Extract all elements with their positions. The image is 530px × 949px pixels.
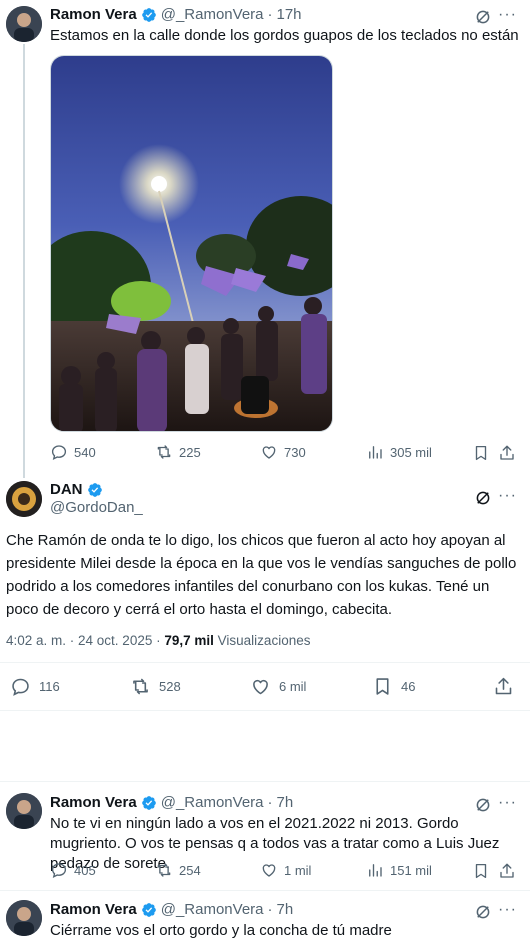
tweet-text: Che Ramón de onda te lo digo, los chicos… [6, 532, 517, 618]
tweet-time[interactable]: 7h [277, 794, 294, 811]
thread-line [23, 44, 25, 478]
avatar[interactable] [6, 900, 42, 936]
author-handle[interactable]: @_RamonVera [161, 794, 264, 811]
retweet-count: 528 [159, 679, 181, 694]
bookmark-icon [376, 678, 389, 695]
bookmark-button[interactable] [472, 444, 490, 467]
tweet-text: Estamos en la calle donde los gordos gua… [50, 27, 519, 44]
retweet-button[interactable]: 528 [130, 676, 181, 697]
author-handle[interactable]: @GordoDan_ [50, 499, 143, 516]
retweet-icon [157, 863, 171, 877]
view-count: 305 mil [390, 444, 432, 460]
divider [0, 662, 530, 663]
retweet-button[interactable]: 225 [155, 443, 201, 461]
views-button[interactable]: 305 mil [366, 443, 432, 461]
divider [0, 890, 530, 891]
reply-count: 116 [39, 679, 60, 694]
retweet-icon [157, 445, 171, 459]
avatar[interactable] [6, 481, 42, 517]
like-count: 1 mil [284, 862, 312, 878]
reply-count: 540 [74, 444, 96, 460]
tweet-time[interactable]: 7h [277, 901, 294, 918]
views-count: 79,7 mil [164, 633, 214, 648]
reply-icon [51, 445, 67, 460]
retweet-count: 254 [179, 862, 201, 878]
reply-count: 405 [74, 862, 96, 878]
share-button[interactable] [498, 862, 516, 885]
analytics-icon [369, 446, 382, 459]
author-name[interactable]: Ramon Vera [50, 901, 137, 918]
tweet-text: Ciérrame vos el orto gordo y la concha d… [50, 922, 392, 939]
divider [0, 710, 530, 711]
author-name[interactable]: DAN [50, 481, 83, 498]
reply-button[interactable]: 116 [10, 676, 60, 697]
bookmark-button[interactable] [472, 862, 490, 885]
retweet-button[interactable]: 254 [155, 861, 201, 879]
verified-badge-icon [141, 795, 157, 811]
more-options-icon[interactable]: ··· [498, 487, 517, 505]
more-options-icon[interactable]: ··· [498, 6, 517, 24]
share-button[interactable] [493, 676, 514, 702]
tweet-time[interactable]: 17h [277, 6, 302, 23]
author-name[interactable]: Ramon Vera [50, 6, 137, 23]
retweet-icon [133, 678, 148, 695]
tweet-header: Ramon Vera @_RamonVera · 7h [50, 794, 294, 811]
tweet-timestamp[interactable]: 4:02 a. m. · 24 oct. 2025 · [6, 633, 161, 648]
share-icon [500, 863, 514, 878]
verified-badge-icon [87, 482, 103, 498]
heart-icon [262, 864, 276, 877]
verified-badge-icon [141, 902, 157, 918]
view-count: 151 mil [390, 862, 432, 878]
author-handle[interactable]: @_RamonVera [161, 901, 264, 918]
like-button[interactable]: 1 mil [260, 861, 311, 879]
bookmark-icon [475, 863, 487, 879]
like-count: 6 mil [279, 679, 307, 694]
bookmark-button[interactable]: 46 [372, 676, 415, 697]
share-icon [500, 445, 514, 460]
bookmark-count: 46 [401, 679, 416, 694]
avatar[interactable] [6, 793, 42, 829]
avatar[interactable] [6, 6, 42, 42]
share-button[interactable] [498, 444, 516, 467]
bookmark-icon [475, 445, 487, 461]
reply-button[interactable]: 405 [50, 861, 96, 879]
reply-icon [51, 863, 67, 878]
divider [0, 781, 530, 782]
reply-button[interactable]: 540 [50, 443, 96, 461]
analytics-icon [369, 864, 382, 877]
like-button[interactable]: 6 mil [250, 676, 306, 697]
heart-icon [253, 679, 268, 695]
tweet-photo[interactable] [50, 55, 333, 432]
tweet-header: Ramon Vera @_RamonVera · 17h [50, 6, 302, 23]
retweet-count: 225 [179, 444, 201, 460]
author-handle[interactable]: @_RamonVera [161, 6, 264, 23]
views-button[interactable]: 151 mil [366, 861, 432, 879]
tweet-header: Ramon Vera @_RamonVera · 7h [50, 901, 294, 918]
share-icon [495, 677, 512, 695]
author-name[interactable]: Ramon Vera [50, 794, 137, 811]
tweet-meta: 4:02 a. m. · 24 oct. 2025 · 79,7 mil Vis… [6, 633, 310, 648]
tweet-header: DAN @GordoDan_ [50, 481, 143, 516]
heart-icon [262, 446, 276, 459]
verified-badge-icon [141, 7, 157, 23]
like-button[interactable]: 730 [260, 443, 306, 461]
more-options-icon[interactable]: ··· [498, 901, 517, 919]
reply-icon [12, 678, 29, 696]
grok-icon[interactable] [474, 489, 492, 512]
views-label: Visualizaciones [217, 633, 311, 648]
more-options-icon[interactable]: ··· [498, 794, 517, 812]
like-count: 730 [284, 444, 306, 460]
